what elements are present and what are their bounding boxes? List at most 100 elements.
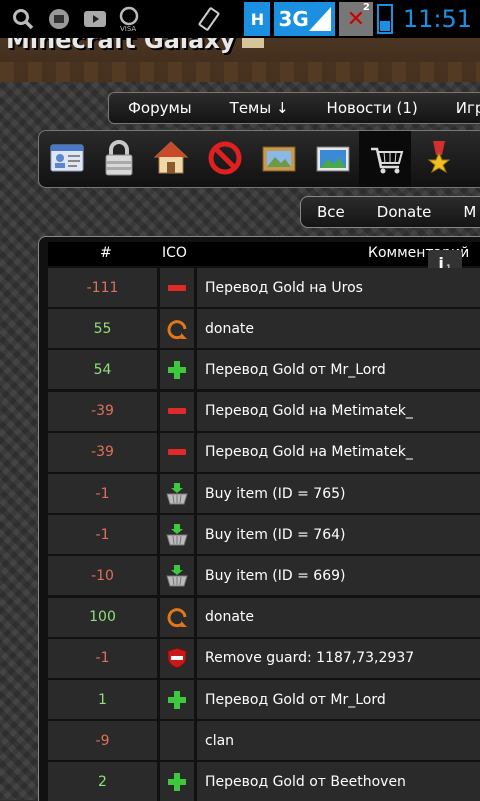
no-signal-icon: ✕ 2	[338, 2, 373, 36]
row-comment: Перевод Gold на Uros	[197, 268, 480, 307]
icon-toolbar	[38, 130, 480, 188]
filter-more[interactable]: М	[447, 203, 480, 221]
row-icon-cell	[160, 391, 194, 431]
row-amount: -39	[48, 391, 157, 431]
basket-icon	[166, 482, 188, 505]
minus-icon	[166, 441, 188, 463]
row-amount: 55	[48, 309, 157, 349]
row-icon-cell	[160, 638, 194, 678]
landscape-icon[interactable]	[315, 139, 351, 177]
ban-icon[interactable]	[207, 139, 243, 177]
header-num: #	[100, 245, 112, 261]
row-icon-cell	[160, 432, 194, 472]
nav-news[interactable]: Новости (1)	[308, 99, 437, 117]
picture-icon[interactable]	[261, 139, 297, 177]
top-nav: Форумы Темы ↓ Новости (1) Игрок	[108, 92, 480, 124]
row-icon-cell	[160, 474, 194, 513]
minus-icon	[166, 400, 188, 422]
row-comment: Buy item (ID = 765)	[197, 474, 480, 513]
row-icon-cell	[160, 597, 194, 637]
table-row[interactable]: 55 donate	[48, 309, 480, 349]
donate-ring-icon	[166, 318, 188, 340]
shopping-cart-icon[interactable]	[369, 139, 405, 177]
table-row[interactable]: 100 donate	[48, 597, 480, 637]
basket-icon	[166, 564, 188, 587]
table-row[interactable]: -9 clan	[48, 721, 480, 761]
row-comment: Перевод Gold на Metimatek_	[197, 391, 480, 431]
sim2-label: 2	[362, 2, 370, 13]
filter-donate[interactable]: Donate	[361, 203, 448, 221]
table-row[interactable]: -10 Buy item (ID = 669)	[48, 556, 480, 596]
row-comment: Перевод Gold от Beethoven	[197, 762, 480, 801]
minus-icon	[166, 277, 188, 299]
signal-icon	[308, 7, 331, 31]
plus-icon	[166, 359, 188, 381]
row-icon-cell	[160, 556, 194, 596]
row-amount: 2	[48, 762, 157, 801]
table-row[interactable]: -1 Buy item (ID = 765)	[48, 474, 480, 513]
table-row[interactable]: -1 Remove guard: 1187,73,2937	[48, 638, 480, 678]
row-amount: -111	[48, 268, 157, 307]
site-title[interactable]: Minecraft Galaxy	[6, 38, 235, 54]
row-amount: -1	[48, 515, 157, 555]
row-amount: -1	[48, 474, 157, 513]
row-icon-cell	[160, 515, 194, 555]
envelope-icon[interactable]	[242, 38, 264, 48]
row-comment: Remove guard: 1187,73,2937	[197, 638, 480, 678]
row-icon-cell	[160, 680, 194, 719]
row-comment: Перевод Gold на Metimatek_	[197, 432, 480, 472]
row-amount: 54	[48, 350, 157, 390]
row-icon-cell	[160, 762, 194, 801]
table-row[interactable]: 54 Перевод Gold от Mr_Lord	[48, 350, 480, 390]
site-header: Minecraft Galaxy	[0, 38, 480, 82]
nav-forums[interactable]: Форумы	[109, 99, 211, 117]
filter-all[interactable]: Все	[301, 203, 361, 221]
row-icon-cell	[160, 350, 194, 390]
table-header: # ICO Комментарий	[48, 242, 480, 266]
home-icon[interactable]	[153, 139, 189, 177]
medal-icon[interactable]	[421, 139, 457, 177]
table-row[interactable]: -39 Перевод Gold на Metimatek_	[48, 391, 480, 431]
plus-icon	[166, 689, 188, 711]
keyboard-icon	[46, 6, 72, 32]
table-row[interactable]: 2 Перевод Gold от Beethoven	[48, 762, 480, 801]
donate-ring-icon	[166, 606, 188, 628]
row-amount: -1	[48, 638, 157, 678]
row-comment: Перевод Gold от Mr_Lord	[197, 680, 480, 719]
status-bar: VISA H 3G ✕ 2 11:51	[0, 0, 480, 38]
vibrate-icon	[196, 6, 222, 32]
table-row[interactable]: 1 Перевод Gold от Mr_Lord	[48, 680, 480, 719]
guard-icon	[166, 647, 188, 669]
table-row[interactable]: -39 Перевод Gold на Metimatek_	[48, 432, 480, 472]
lock-icon[interactable]	[101, 139, 137, 177]
row-comment: Buy item (ID = 669)	[197, 556, 480, 596]
plus-icon	[166, 771, 188, 793]
youtube-icon	[82, 6, 108, 32]
nav-players[interactable]: Игрок	[437, 99, 480, 117]
network-3g-indicator: 3G	[274, 2, 335, 36]
network-h-indicator: H	[244, 2, 271, 36]
filter-tabs: Все Donate М	[300, 196, 480, 228]
row-amount: -39	[48, 432, 157, 472]
row-amount: -9	[48, 721, 157, 761]
table-row[interactable]: -111 Перевод Gold на Uros	[48, 268, 480, 307]
row-icon-cell	[160, 309, 194, 349]
clock: 11:51	[402, 5, 472, 33]
nav-topics[interactable]: Темы ↓	[211, 99, 308, 117]
header-dirt-texture	[0, 62, 480, 82]
row-comment: Buy item (ID = 764)	[197, 515, 480, 555]
network-3g-label: 3G	[278, 7, 309, 31]
battery-icon	[376, 4, 393, 34]
row-comment: Перевод Gold от Mr_Lord	[197, 350, 480, 390]
svg-text:VISA: VISA	[120, 25, 136, 32]
row-icon-cell	[160, 721, 194, 761]
profile-card-icon[interactable]	[49, 139, 85, 177]
row-amount: -10	[48, 556, 157, 596]
row-amount: 100	[48, 597, 157, 637]
row-comment: clan	[197, 721, 480, 761]
row-comment: donate	[197, 597, 480, 637]
row-icon-cell	[160, 268, 194, 307]
visa-icon: VISA	[118, 6, 144, 32]
header-ico: ICO	[162, 245, 187, 261]
table-row[interactable]: -1 Buy item (ID = 764)	[48, 515, 480, 555]
